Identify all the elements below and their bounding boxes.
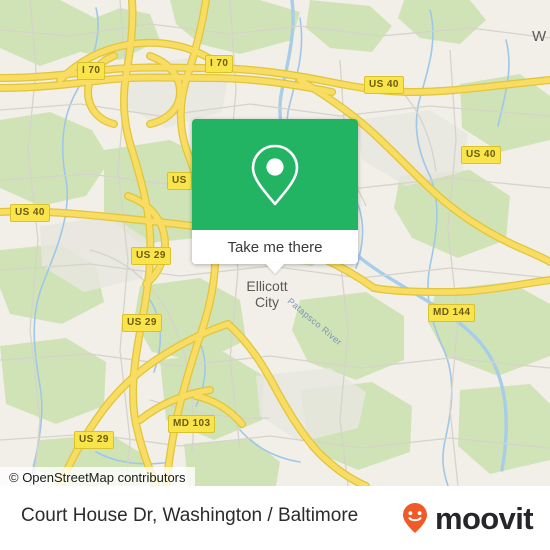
shield-us-hidden: US	[167, 172, 192, 190]
shield-md144: MD 144	[428, 304, 476, 322]
location-title: Court House Dr, Washington / Baltimore	[21, 505, 359, 526]
footer-bar: Court House Dr, Washington / Baltimore m…	[0, 486, 550, 550]
take-me-there-label: Take me there	[227, 238, 323, 256]
moovit-pin-smile-icon	[402, 503, 427, 533]
shield-us29-west: US 29	[122, 314, 162, 332]
shield-us29-mid: US 29	[131, 247, 171, 265]
place-label-west-partial: W	[532, 28, 547, 45]
moovit-wordmark: moovit	[434, 500, 534, 536]
moovit-logo: moovit	[398, 500, 534, 536]
map-canvas[interactable]: I 70 I 70 US 40 US 40 US US 40 US 29 US …	[0, 0, 550, 486]
callout-tail	[265, 263, 285, 274]
callout-icon-area	[192, 119, 358, 230]
shield-i70-right: I 70	[205, 55, 234, 73]
shield-us40-left: US 40	[10, 204, 50, 222]
take-me-there-button[interactable]: Take me there	[192, 230, 358, 264]
shield-us29-sw: US 29	[74, 431, 114, 449]
shield-us40-right: US 40	[461, 146, 501, 164]
shield-us40-top: US 40	[364, 76, 404, 94]
shield-i70-left: I 70	[77, 62, 106, 80]
map-pin-icon	[251, 144, 299, 205]
moovit-map-screenshot: I 70 I 70 US 40 US 40 US US 40 US 29 US …	[0, 0, 550, 550]
destination-callout-card[interactable]: Take me there	[192, 119, 358, 274]
shield-md103: MD 103	[168, 415, 216, 433]
osm-attribution[interactable]: © OpenStreetMap contributors	[0, 467, 195, 486]
